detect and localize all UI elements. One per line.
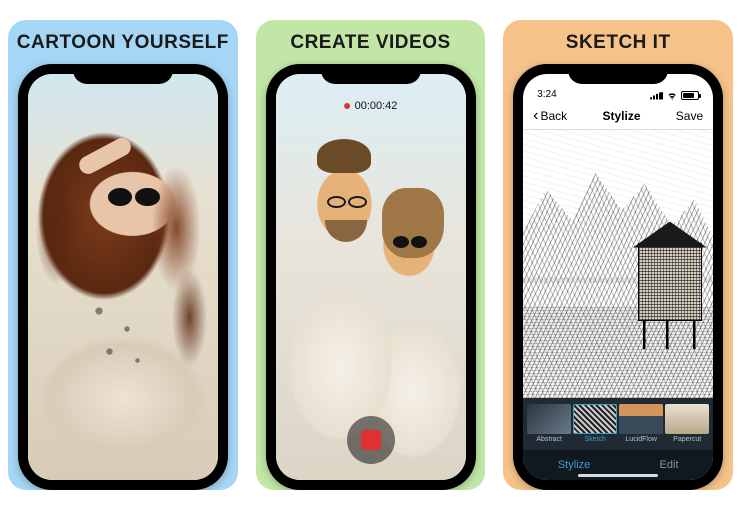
tab-stylize[interactable]: Stylize [558,459,590,471]
screen-title: Stylize [602,109,640,123]
timer-value: 00:00:42 [355,100,398,112]
illustration-beard [325,220,367,242]
illustration-hair [317,139,371,173]
phone-screen [28,74,218,480]
glasses-icon [327,196,367,208]
filter-preview [665,404,709,434]
status-indicators [650,91,699,100]
card-title: CREATE VIDEOS [290,32,450,54]
recording-timer: 00:00:42 [344,100,398,112]
phone-notch [73,64,173,84]
phone-notch [568,64,668,84]
illustration-stilts [638,321,702,349]
chevron-left-icon: ‹ [533,108,538,124]
filter-preview [527,404,571,434]
filter-strip: Abstract Sketch LucidFlow Papercut [523,398,713,450]
filter-thumb-sketch[interactable]: Sketch [573,404,617,450]
filter-preview [573,404,617,434]
record-button[interactable] [347,416,395,464]
save-button[interactable]: Save [676,109,703,123]
filter-thumb-lucidflow[interactable]: LucidFlow [619,404,663,450]
stop-icon [361,430,381,450]
promo-card-cartoon: CARTOON YOURSELF [8,20,238,490]
video-preview: 00:00:42 [276,74,466,480]
back-label: Back [541,109,568,123]
home-indicator[interactable] [578,474,658,477]
back-button[interactable]: ‹ Back [533,108,567,124]
filter-label: Abstract [536,436,562,443]
nav-bar: ‹ Back Stylize Save [523,102,713,130]
sunglasses-icon [393,236,427,248]
filter-label: LucidFlow [625,436,657,443]
illustration-tattoo [85,293,155,383]
wifi-icon [666,91,678,100]
promo-card-sketch: SKETCH IT 3:24 ‹ Back Stylize Save [503,20,733,490]
filter-thumb-papercut[interactable]: Papercut [665,404,709,450]
filter-label: Sketch [584,436,605,443]
cartoon-photo [28,74,218,480]
phone-frame: 00:00:42 [266,64,476,490]
promo-card-video: CREATE VIDEOS 00:00:42 [256,20,486,490]
phone-screen: 3:24 ‹ Back Stylize Save [523,74,713,480]
card-title: SKETCH IT [566,32,671,54]
phone-frame: 3:24 ‹ Back Stylize Save [513,64,723,490]
cellular-signal-icon [650,92,663,100]
phone-notch [321,64,421,84]
illustration-hair [28,74,218,480]
sunglasses-icon [108,188,160,206]
tab-edit[interactable]: Edit [660,459,679,471]
sketch-canvas[interactable] [523,130,713,398]
card-title: CARTOON YOURSELF [17,32,229,54]
status-time: 3:24 [537,89,556,100]
filter-thumb-abstract[interactable]: Abstract [527,404,571,450]
filter-preview [619,404,663,434]
phone-screen: 00:00:42 [276,74,466,480]
illustration-cabin [638,243,702,321]
battery-icon [681,91,699,100]
phone-frame [18,64,228,490]
filter-label: Papercut [673,436,701,443]
